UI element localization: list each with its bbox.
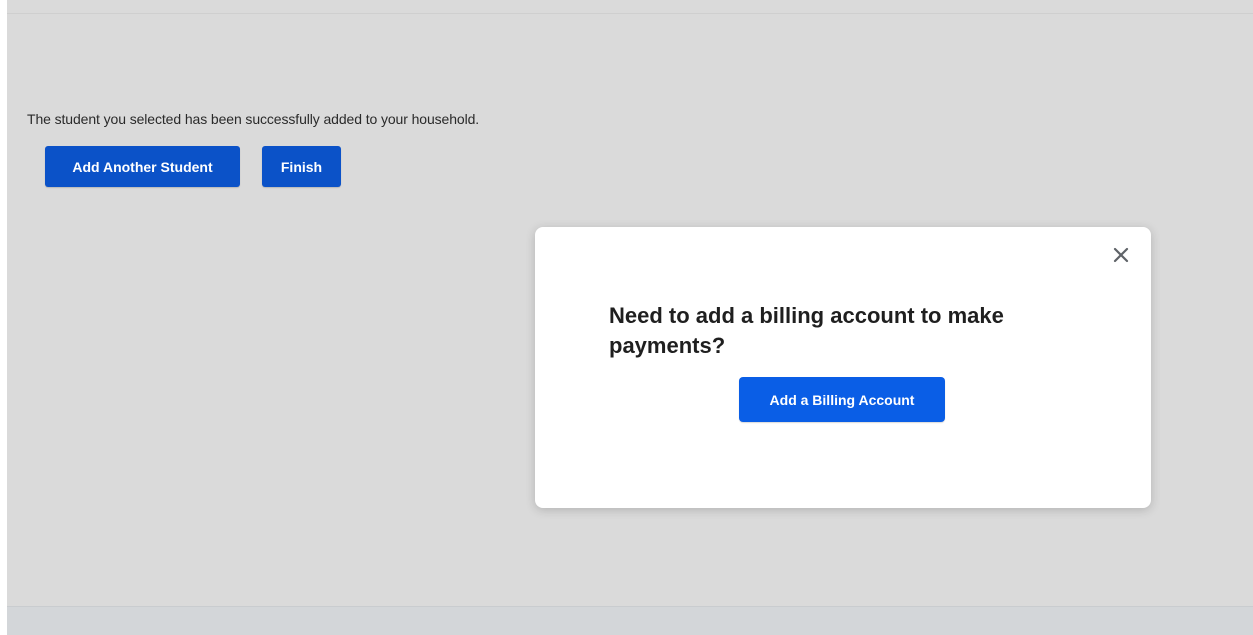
- success-message: The student you selected has been succes…: [27, 111, 480, 127]
- page: The student you selected has been succes…: [0, 0, 1253, 635]
- left-edge: [0, 0, 7, 635]
- close-icon[interactable]: [1109, 243, 1133, 267]
- billing-account-modal: Need to add a billing account to make pa…: [535, 227, 1151, 508]
- top-bar: [7, 0, 1253, 14]
- add-billing-account-button[interactable]: Add a Billing Account: [739, 377, 945, 422]
- add-another-student-button[interactable]: Add Another Student: [45, 146, 240, 187]
- footer: [7, 606, 1253, 635]
- modal-title: Need to add a billing account to make pa…: [609, 303, 1004, 358]
- finish-button[interactable]: Finish: [262, 146, 341, 187]
